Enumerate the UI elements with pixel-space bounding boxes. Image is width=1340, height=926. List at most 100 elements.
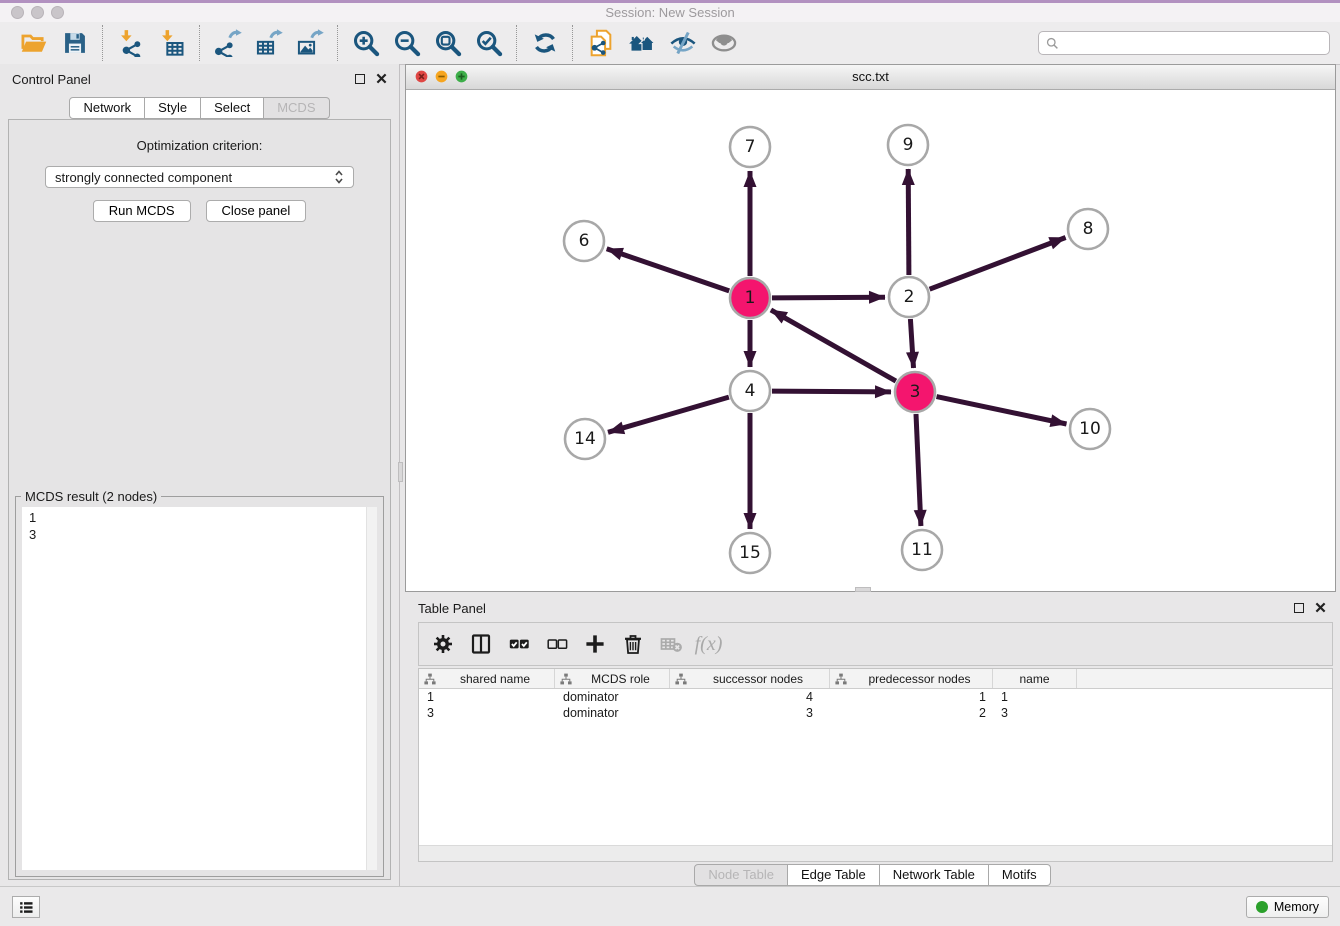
edge-4-3[interactable]	[772, 391, 891, 392]
close-panel-button[interactable]: Close panel	[206, 200, 307, 222]
edge-3-11[interactable]	[916, 414, 921, 526]
control-panel-tabs: NetworkStyleSelectMCDS	[0, 97, 399, 119]
edge-3-1[interactable]	[771, 310, 896, 381]
edge-4-14[interactable]	[608, 397, 729, 432]
tab-select[interactable]: Select	[201, 97, 264, 119]
table-cell[interactable]: 4	[670, 690, 830, 704]
graph-node-4[interactable]: 4	[730, 371, 770, 411]
vertical-splitter-grip[interactable]	[398, 462, 403, 482]
edge-1-2[interactable]	[772, 297, 885, 298]
save-session-button[interactable]	[54, 26, 95, 60]
table-settings-button[interactable]	[427, 629, 458, 660]
function-builder-button: f(x)	[693, 629, 724, 660]
show-all-button[interactable]	[703, 26, 744, 60]
tab-motifs[interactable]: Motifs	[989, 864, 1051, 886]
refresh-button[interactable]	[524, 26, 565, 60]
mcds-result-text[interactable]: 1 3	[22, 507, 377, 870]
close-panel-icon[interactable]	[376, 73, 387, 84]
zoom-out-button[interactable]	[386, 26, 427, 60]
zoom-fit-button[interactable]	[427, 26, 468, 60]
table-toolbar: f(x)	[418, 622, 1333, 666]
table-float-panel-icon[interactable]	[1294, 603, 1304, 613]
export-table-button[interactable]	[248, 26, 289, 60]
network-graph[interactable]: 7 9 6 8 1 2 4 3 14 10 15 11	[406, 90, 1335, 592]
graph-node-7[interactable]: 7	[730, 127, 770, 167]
table-row[interactable]: 1dominator411	[419, 689, 1332, 705]
run-mcds-button[interactable]: Run MCDS	[93, 200, 191, 222]
search-box[interactable]	[1038, 31, 1330, 55]
table-cell[interactable]: 1	[419, 690, 555, 704]
table-cell[interactable]: dominator	[555, 690, 670, 704]
edge-2-8[interactable]	[930, 238, 1066, 290]
edge-2-3[interactable]	[910, 319, 913, 368]
network-canvas[interactable]: 7 9 6 8 1 2 4 3 14 10 15 11	[406, 90, 1335, 592]
toolbar-group	[572, 25, 751, 61]
float-panel-icon[interactable]	[355, 74, 365, 84]
import-network-button[interactable]	[110, 26, 151, 60]
tab-edge-table[interactable]: Edge Table	[788, 864, 880, 886]
clone-network-button[interactable]	[580, 26, 621, 60]
graph-node-14[interactable]: 14	[565, 419, 605, 459]
table-horizontal-scrollbar[interactable]	[419, 845, 1332, 861]
edge-3-10[interactable]	[937, 397, 1067, 424]
table-cell[interactable]: 1	[993, 690, 1077, 704]
graph-node-6[interactable]: 6	[564, 221, 604, 261]
tab-mcds[interactable]: MCDS	[264, 97, 329, 119]
network-maximize-icon[interactable]	[455, 70, 468, 83]
column-header-shared-name[interactable]: shared name	[419, 669, 555, 688]
toggle-panel-mode-button[interactable]	[465, 629, 496, 660]
result-scrollbar[interactable]	[366, 507, 377, 870]
column-header-predecessor-nodes[interactable]: predecessor nodes	[830, 669, 993, 688]
panel-menu-button[interactable]	[12, 896, 40, 918]
table-cell[interactable]: 3	[670, 706, 830, 720]
network-minimize-icon[interactable]	[435, 70, 448, 83]
memory-button[interactable]: Memory	[1246, 896, 1329, 918]
tab-style[interactable]: Style	[145, 97, 201, 119]
tab-node-table[interactable]: Node Table	[694, 864, 788, 886]
zoom-in-button[interactable]	[345, 26, 386, 60]
column-header-mcds-role[interactable]: MCDS role	[555, 669, 670, 688]
table-cell[interactable]: 2	[830, 706, 993, 720]
open-session-button[interactable]	[13, 26, 54, 60]
zoom-fit-icon	[434, 29, 462, 57]
zoom-selected-button[interactable]	[468, 26, 509, 60]
graph-node-10[interactable]: 10	[1070, 409, 1110, 449]
deselect-all-button[interactable]	[541, 629, 572, 660]
graph-node-8[interactable]: 8	[1068, 209, 1108, 249]
mcds-result-group: MCDS result (2 nodes) 1 3	[15, 496, 384, 877]
table-close-panel-icon[interactable]	[1315, 602, 1326, 613]
table-cell[interactable]: 3	[993, 706, 1077, 720]
edge-2-9[interactable]	[908, 169, 909, 275]
tab-network[interactable]: Network	[69, 97, 145, 119]
tab-network-table[interactable]: Network Table	[880, 864, 989, 886]
network-window-titlebar[interactable]: scc.txt	[406, 65, 1335, 90]
export-image-button[interactable]	[289, 26, 330, 60]
column-header-successor-nodes[interactable]: successor nodes	[670, 669, 830, 688]
select-all-button[interactable]	[503, 629, 534, 660]
column-header-label: shared name	[436, 672, 554, 686]
first-neighbors-button[interactable]	[621, 26, 662, 60]
svg-text:6: 6	[579, 231, 590, 251]
graph-node-2[interactable]: 2	[889, 277, 929, 317]
graph-node-15[interactable]: 15	[730, 533, 770, 573]
graph-node-1[interactable]: 1	[730, 278, 770, 318]
table-cell[interactable]: dominator	[555, 706, 670, 720]
import-network-icon	[117, 29, 145, 57]
hide-selected-button[interactable]	[662, 26, 703, 60]
table-cell[interactable]: 1	[830, 690, 993, 704]
search-input[interactable]	[1064, 35, 1322, 52]
table-row[interactable]: 3dominator323	[419, 705, 1332, 721]
export-network-button[interactable]	[207, 26, 248, 60]
graph-node-3[interactable]: 3	[895, 372, 935, 412]
create-column-button[interactable]	[579, 629, 610, 660]
delete-column-button[interactable]	[617, 629, 648, 660]
network-close-icon[interactable]	[415, 70, 428, 83]
import-table-button[interactable]	[151, 26, 192, 60]
graph-node-9[interactable]: 9	[888, 125, 928, 165]
table-cell[interactable]: 3	[419, 706, 555, 720]
criterion-select[interactable]: strongly connected component	[45, 166, 354, 188]
graph-node-11[interactable]: 11	[902, 530, 942, 570]
edge-1-6[interactable]	[607, 249, 730, 291]
column-header-name[interactable]: name	[993, 669, 1077, 688]
horizontal-splitter-grip[interactable]	[855, 587, 871, 592]
